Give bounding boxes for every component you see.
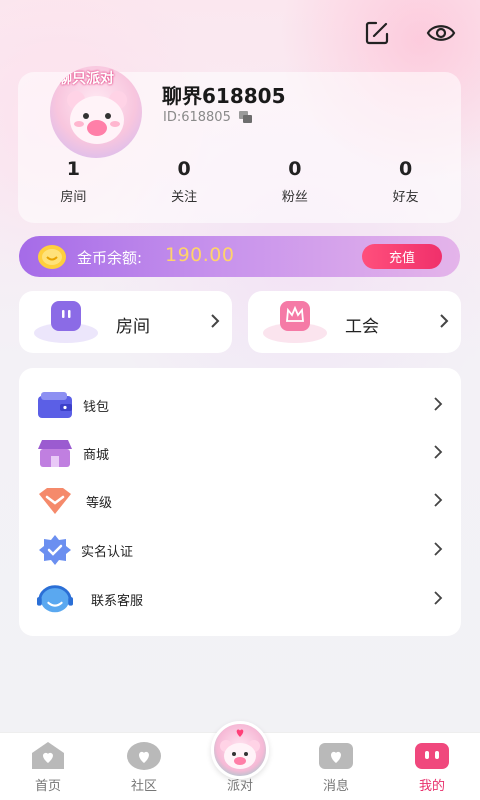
tab-messages[interactable]: 消息 [288,733,384,800]
tab-party[interactable]: 派对 [192,721,288,800]
coin-balance-value: 190.00 [165,244,235,266]
recharge-button[interactable]: 充值 [362,244,442,269]
tab-home[interactable]: 首页 [0,733,96,800]
stat-following[interactable]: 0 关注 [129,158,240,205]
chevron-right-icon [211,314,220,328]
stat-friends[interactable]: 0 好友 [350,158,461,205]
stat-fans-label: 粉丝 [281,190,308,205]
coin-balance-label: 金币余额: [77,249,143,267]
copy-icon[interactable] [238,111,253,124]
bear-icon [67,91,127,144]
chevron-right-icon [434,542,443,556]
stat-rooms-count: 1 [66,158,80,180]
user-id-text: ID:618805 [163,110,231,125]
stat-following-label: 关注 [171,190,198,205]
stat-friends-label: 好友 [392,190,419,205]
menu-item-label: 联系客服 [91,594,144,609]
message-icon [319,743,353,769]
user-id: ID:618805 [163,110,253,125]
community-icon [127,742,161,770]
coin-balance-bar: 金币余额: 190.00 充值 [19,236,460,277]
top-actions [362,18,456,48]
stat-following-count: 0 [177,158,191,180]
coin-icon [38,245,66,269]
profile-card: 聊只派对 聊界618805 ID:618805 1 房间 0 关注 0 粉丝 0… [18,66,461,223]
chevron-right-icon [434,591,443,605]
menu-item-support[interactable]: 联系客服 [19,575,461,623]
menu-item-label: 等级 [86,496,113,511]
nickname: 聊界618805 [162,84,286,108]
shop-icon [37,437,73,469]
verify-icon [37,534,73,566]
chevron-right-icon [434,397,443,411]
tab-me-label: 我的 [418,779,445,794]
room-card[interactable]: 房间 [19,291,232,353]
eye-icon[interactable] [426,18,456,48]
tab-home-label: 首页 [34,779,61,794]
guild-icon [263,301,327,343]
me-icon [415,743,449,769]
tab-messages-label: 消息 [322,779,349,794]
chevron-right-icon [434,493,443,507]
level-icon [37,485,73,517]
avatar[interactable]: 聊只派对 [50,66,142,158]
stat-friends-count: 0 [399,158,413,180]
avatar-logo-text: 聊只派对 [58,71,114,87]
menu-item-label: 商城 [83,448,110,463]
tab-community-label: 社区 [130,779,157,794]
menu-item-label: 实名认证 [81,545,134,560]
edit-icon[interactable] [362,18,392,48]
room-icon [34,301,98,343]
chevron-right-icon [434,445,443,459]
menu-item-label: 钱包 [83,400,110,415]
guild-card-label: 工会 [345,317,379,337]
room-card-label: 房间 [116,317,150,337]
menu-item-level[interactable]: 等级 [19,477,461,525]
tab-me[interactable]: 我的 [384,733,480,800]
stat-fans-count: 0 [288,158,302,180]
tab-community[interactable]: 社区 [96,733,192,800]
menu-item-shop[interactable]: 商城 [19,429,461,477]
menu-item-verify[interactable]: 实名认证 [19,526,461,574]
stat-rooms-label: 房间 [60,190,87,205]
chevron-right-icon [440,314,449,328]
tab-party-label: 派对 [226,779,253,794]
home-icon [32,742,64,769]
wallet-icon [37,389,73,421]
stats-row: 1 房间 0 关注 0 粉丝 0 好友 [18,158,461,205]
menu-item-wallet[interactable]: 钱包 [19,381,461,429]
party-icon [211,721,269,779]
bottom-tab-bar: 首页 社区 派对 消息 我的 [0,721,480,800]
stat-fans[interactable]: 0 粉丝 [240,158,351,205]
support-icon [37,583,73,615]
stat-rooms[interactable]: 1 房间 [18,158,129,205]
menu-list: 钱包 商城 等级 实名认证 联系客服 [19,368,461,636]
guild-card[interactable]: 工会 [248,291,461,353]
